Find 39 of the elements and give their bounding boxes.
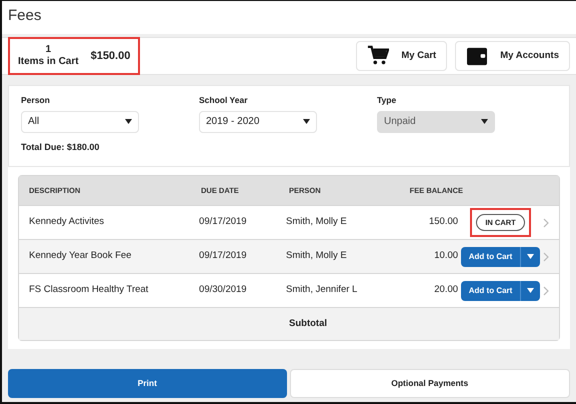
chevron-right-icon[interactable] <box>543 218 549 228</box>
table-cell-text: 09/17/2019 <box>199 249 248 264</box>
subtotal-label: Subtotal <box>289 316 327 331</box>
table-cell-text: Kennedy Activites <box>29 215 105 230</box>
filter-label: Type <box>377 94 398 107</box>
caret-icon <box>481 119 488 124</box>
chevron-right-icon[interactable] <box>543 286 549 296</box>
header-button[interactable]: My Cart <box>356 41 448 71</box>
caret-icon <box>527 288 534 293</box>
table-cell-text: 10.00 <box>433 249 458 264</box>
filter-dropdown[interactable]: All <box>21 110 139 133</box>
table-cell-text: Smith, Molly E <box>286 215 348 230</box>
table-cell-text: Smith, Jennifer L <box>286 283 358 298</box>
filter-label: School Year <box>199 94 249 107</box>
caret-icon <box>303 119 310 124</box>
table-cell-text: FS Classroom Healthy Treat <box>29 283 150 298</box>
add-to-cart-button[interactable]: Add to Cart <box>460 280 540 300</box>
caret-icon <box>125 119 132 124</box>
footer-button[interactable]: Print <box>8 369 286 398</box>
cart-count-label: Items in Cart <box>18 56 79 68</box>
caret-icon <box>527 254 534 259</box>
cart-count: 1 <box>46 44 52 56</box>
table-cell-text: 09/30/2019 <box>199 283 248 298</box>
wallet-icon <box>466 46 488 66</box>
table-cell-text: Kennedy Year Book Fee <box>29 249 132 264</box>
page-title: Fees <box>2 1 576 34</box>
footer-button[interactable]: Optional Payments <box>290 369 570 398</box>
cart-icon <box>367 45 390 67</box>
cart-total: $150.00 <box>90 48 130 64</box>
add-to-cart-button[interactable]: Add to Cart <box>460 246 540 266</box>
table-cell-text: Smith, Molly E <box>286 249 348 264</box>
table-cell-text: 20.00 <box>433 283 458 298</box>
header-button[interactable]: My Accounts <box>455 41 570 71</box>
table-cell-text: 09/17/2019 <box>199 215 248 230</box>
filter-dropdown[interactable]: 2019 - 2020 <box>199 110 317 133</box>
filter-label: Person <box>21 94 51 107</box>
total-due: Total Due: $180.00 <box>21 140 100 154</box>
table-cell-text: 150.00 <box>428 215 458 230</box>
chevron-right-icon[interactable] <box>543 252 549 262</box>
